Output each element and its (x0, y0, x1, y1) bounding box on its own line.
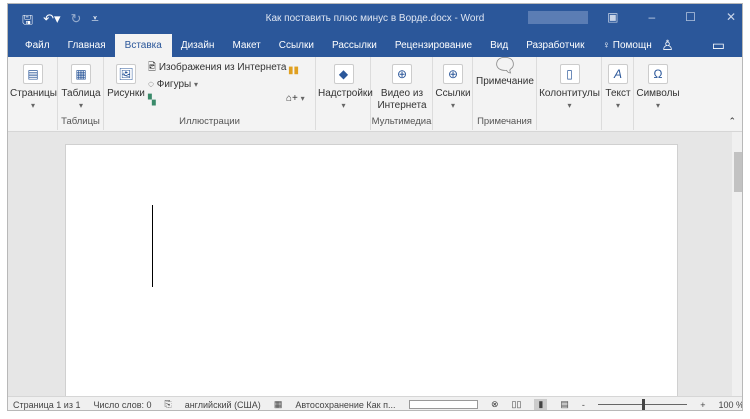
links-label: Ссылки (435, 88, 471, 99)
pages-icon: ▤ (23, 64, 43, 84)
table-icon: ▦ (71, 64, 91, 84)
text-cursor (152, 205, 153, 287)
vertical-scrollbar[interactable] (732, 132, 742, 396)
online-images-icon: 🖻 (148, 62, 157, 73)
online-images-button[interactable]: 🖻 Изображения из Интернета (148, 62, 286, 74)
ribbon-options-icon[interactable]: ▣ (607, 10, 618, 24)
tab-insert[interactable]: Вставка (114, 34, 172, 57)
ribbon: ▤ Страницы ▾ ▦ Таблица ▾ Таблицы 🖼 Рисунки 🖻 … (8, 56, 742, 132)
language[interactable]: английский (США) (185, 400, 261, 410)
zoom-out-button[interactable]: - (582, 400, 585, 410)
text-label: Текст (605, 88, 631, 99)
group-comments: 🗨 Примечание Примечания (473, 56, 537, 130)
text-button[interactable]: A Текст ▾ (604, 64, 632, 112)
zoom-in-button[interactable]: + (700, 400, 705, 410)
account-name (528, 11, 588, 24)
group-label-illustrations: Иллюстрации (179, 116, 240, 127)
headers-label: Колонтитулы (539, 88, 600, 99)
smartart-button[interactable]: ▚ (148, 95, 156, 107)
zoom-level[interactable]: 100 % (718, 400, 742, 410)
online-video-button[interactable]: ⊕ Видео из Интернета (373, 64, 431, 112)
table-button[interactable]: ▦ Таблица ▾ (60, 64, 102, 112)
read-mode-icon[interactable]: ▯▯ (512, 399, 522, 410)
autosave-progress (408, 400, 478, 409)
tab-mailings[interactable]: Рассылки (323, 40, 386, 57)
print-layout-icon[interactable]: ▮ (534, 399, 548, 410)
collapse-ribbon-icon[interactable]: ⌃ (728, 115, 736, 127)
screenshot-button[interactable]: ⌂+ ▾ (286, 93, 305, 105)
minimize-icon[interactable]: – (648, 10, 655, 24)
title-bar: 🖫 ↶▾ ↻ ⩡ Как поставить плюс минус в Ворд… (8, 4, 742, 33)
document-page[interactable] (65, 144, 678, 404)
tab-home[interactable]: Главная (59, 40, 115, 57)
symbols-label: Символы (636, 88, 680, 99)
group-symbols: Ω Символы ▾ (634, 57, 682, 130)
pictures-label: Рисунки (107, 88, 145, 99)
links-icon: ⊕ (443, 64, 463, 84)
web-layout-icon[interactable]: ▤ (560, 399, 569, 410)
tab-design[interactable]: Дизайн (172, 40, 224, 57)
zoom-slider[interactable] (597, 399, 688, 410)
addins-icon: ◆ (333, 64, 354, 84)
zoom-slider-thumb[interactable] (641, 399, 645, 410)
group-tables: ▦ Таблица ▾ Таблицы (58, 57, 104, 130)
addins-button[interactable]: ◆ Надстройки ▾ (318, 64, 373, 112)
pages-label: Страницы (10, 88, 57, 99)
screenshot-icon: ⌂+ (286, 93, 298, 104)
shapes-icon: ◌ (148, 79, 154, 90)
tab-layout[interactable]: Макет (223, 40, 269, 57)
tab-developer[interactable]: Разработчик (517, 40, 593, 57)
group-media: ⊕ Видео из Интернета Мультимедиа (371, 57, 433, 130)
group-label-tables: Таблицы (61, 116, 100, 127)
comment-button[interactable]: 🗨 Примечание (475, 56, 535, 88)
text-icon: A (608, 64, 628, 84)
scrollbar-thumb[interactable] (734, 152, 742, 192)
ribbon-tabs: Файл Главная Вставка Дизайн Макет Ссылки… (8, 33, 742, 57)
omega-icon: Ω (648, 64, 668, 84)
group-pages: ▤ Страницы ▾ (8, 57, 58, 130)
comment-label: Примечание (476, 76, 534, 87)
comment-icon: 🗨 (492, 55, 518, 77)
group-label-media: Мультимедиа (371, 116, 432, 127)
pictures-button[interactable]: 🖼 Рисунки (106, 64, 146, 100)
tab-review[interactable]: Рецензирование (386, 40, 481, 57)
shapes-label: Фигуры (156, 79, 192, 90)
tab-help[interactable]: ♀ Помощн (594, 40, 661, 57)
pictures-icon: 🖼 (116, 64, 136, 84)
macro-icon[interactable]: ▦ (274, 399, 283, 410)
links-button[interactable]: ⊕ Ссылки ▾ (435, 64, 471, 112)
smartart-icon: ▚ (148, 95, 156, 106)
group-addins: ◆ Надстройки ▾ (316, 57, 373, 130)
online-images-label: Изображения из Интернета (158, 62, 287, 73)
video-label: Видео из Интернета (377, 88, 427, 111)
help-label: Помощн (612, 40, 652, 51)
word-count[interactable]: Число слов: 0 (93, 400, 151, 410)
video-icon: ⊕ (392, 64, 412, 84)
symbols-button[interactable]: Ω Символы ▾ (636, 64, 680, 112)
group-label-comments: Примечания (477, 116, 532, 127)
group-links: ⊕ Ссылки ▾ (433, 57, 473, 130)
word-window: 🖫 ↶▾ ↻ ⩡ Как поставить плюс минус в Ворд… (7, 3, 743, 411)
tab-references[interactable]: Ссылки (270, 40, 323, 57)
cancel-icon[interactable]: ⊗ (491, 399, 499, 410)
document-area (8, 132, 742, 404)
addins-label: Надстройки (318, 88, 373, 99)
tab-file[interactable]: Файл (16, 40, 59, 57)
group-illustrations: 🖼 Рисунки 🖻 Изображения из Интернета ◌ Фи… (104, 57, 316, 130)
close-icon[interactable]: ✕ (726, 10, 736, 24)
chart-icon: ▮▮ (288, 65, 300, 76)
page-count[interactable]: Страница 1 из 1 (13, 400, 80, 410)
pages-button[interactable]: ▤ Страницы ▾ (10, 64, 57, 112)
header-footer-button[interactable]: ▯ Колонтитулы ▾ (539, 64, 600, 112)
chart-button[interactable]: ▮▮ (288, 65, 299, 77)
proofing-icon[interactable]: ⎘ (165, 399, 172, 410)
table-label: Таблица (61, 88, 101, 99)
header-footer-icon: ▯ (559, 64, 580, 84)
group-text: A Текст ▾ (602, 57, 634, 130)
maximize-icon[interactable]: ☐ (685, 10, 696, 24)
autosave-status: Автосохранение Как п... (295, 399, 396, 410)
shapes-button[interactable]: ◌ Фигуры ▾ (148, 79, 198, 91)
group-header-footer: ▯ Колонтитулы ▾ (537, 57, 602, 130)
status-bar: Страница 1 из 1 Число слов: 0 ⎘ английск… (8, 396, 742, 410)
